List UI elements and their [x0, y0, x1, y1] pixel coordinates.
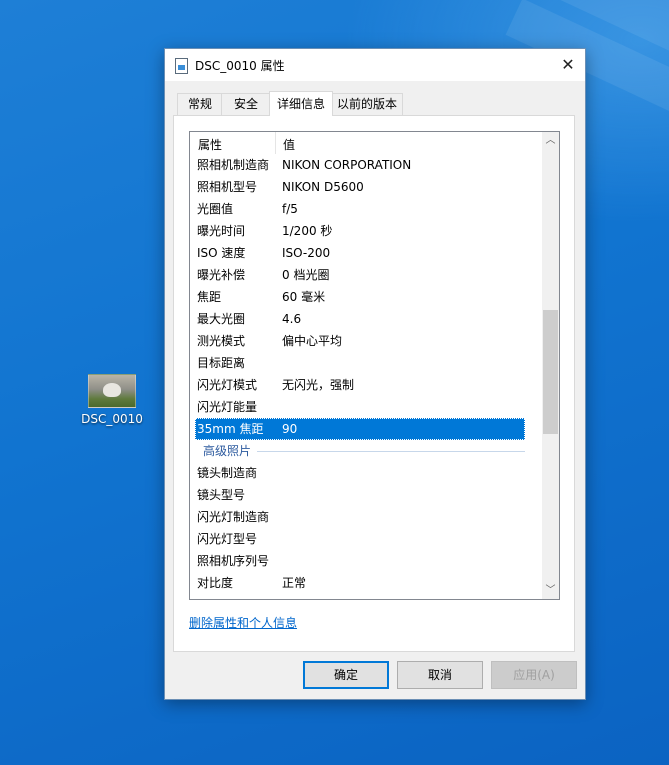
- property-value: 偏中心平均: [282, 334, 343, 348]
- list-item[interactable]: 闪光灯制造商: [195, 506, 525, 528]
- property-name: 35mm 焦距: [197, 422, 264, 436]
- property-name: 光圈值: [197, 202, 234, 216]
- section-label: 高级照片: [203, 444, 252, 458]
- property-name: 曝光补偿: [197, 268, 246, 282]
- desktop-file-label: DSC_0010: [81, 412, 143, 426]
- property-value: 无闪光，强制: [282, 378, 355, 392]
- list-item[interactable]: 镜头制造商: [195, 462, 525, 484]
- image-thumbnail-icon: [88, 374, 136, 408]
- list-item[interactable]: 最大光圈 4.6: [195, 308, 525, 330]
- property-value: 正常: [282, 576, 307, 590]
- property-value: ISO-200: [282, 246, 331, 260]
- list-item[interactable]: 照相机序列号: [195, 550, 525, 572]
- properties-dialog: DSC_0010 属性 ✕ 常规 安全 详细信息 以前的版本 属性 值 照相机制…: [164, 48, 586, 700]
- list-item[interactable]: 目标距离: [195, 352, 525, 374]
- scroll-down-button[interactable]: ﹀: [542, 582, 559, 599]
- property-value: 0 档光圈: [282, 268, 330, 282]
- list-item[interactable]: 照相机制造商 NIKON CORPORATION: [195, 154, 525, 176]
- property-name: 曝光时间: [197, 224, 246, 238]
- property-name: 闪光灯模式: [197, 378, 258, 392]
- list-item[interactable]: 照相机型号 NIKON D5600: [195, 176, 525, 198]
- tab-security[interactable]: 安全: [221, 93, 271, 115]
- list-item[interactable]: 曝光时间 1/200 秒: [195, 220, 525, 242]
- property-name: 测光模式: [197, 334, 246, 348]
- property-name: 照相机序列号: [197, 554, 270, 568]
- property-name: 焦距: [197, 290, 222, 304]
- property-name: 最大光圈: [197, 312, 246, 326]
- close-button[interactable]: ✕: [551, 49, 585, 81]
- property-value: 1/200 秒: [282, 224, 333, 238]
- property-value: NIKON CORPORATION: [282, 158, 412, 172]
- list-item[interactable]: 镜头型号: [195, 484, 525, 506]
- tab-previous-versions[interactable]: 以前的版本: [331, 93, 403, 115]
- list-item[interactable]: 光圈值 f/5: [195, 198, 525, 220]
- close-icon: ✕: [561, 55, 575, 74]
- list-item[interactable]: 闪光灯模式 无闪光，强制: [195, 374, 525, 396]
- list-header: 属性 值: [190, 132, 542, 154]
- details-panel: 属性 值 照相机制造商 NIKON CORPORATION 照相机型号 NIKON …: [173, 115, 575, 652]
- chevron-up-icon: ︿: [545, 135, 556, 146]
- list-item[interactable]: 闪光灯型号: [195, 528, 525, 550]
- list-item[interactable]: 曝光补偿 0 档光圈: [195, 264, 525, 286]
- property-name: 照相机型号: [197, 180, 258, 194]
- property-list[interactable]: 属性 值 照相机制造商 NIKON CORPORATION 照相机型号 NIKON …: [189, 131, 560, 600]
- image-file-icon: [175, 58, 188, 74]
- tab-details[interactable]: 详细信息: [269, 91, 333, 116]
- property-name: 镜头型号: [197, 488, 246, 502]
- desktop-file-icon[interactable]: DSC_0010: [76, 374, 148, 426]
- cancel-button[interactable]: 取消: [397, 661, 483, 689]
- property-name: 对比度: [197, 576, 234, 590]
- property-value: 90: [282, 422, 298, 436]
- section-header-advanced-photo: 高级照片: [195, 440, 525, 462]
- column-header-property[interactable]: 属性: [198, 136, 222, 153]
- list-item[interactable]: 测光模式 偏中心平均: [195, 330, 525, 352]
- ok-button[interactable]: 确定: [303, 661, 389, 689]
- list-item[interactable]: 闪光灯能量: [195, 396, 525, 418]
- title-bar[interactable]: DSC_0010 属性 ✕: [165, 49, 585, 81]
- property-name: 闪光灯能量: [197, 400, 258, 414]
- property-value: 60 毫米: [282, 290, 326, 304]
- property-name: 闪光灯制造商: [197, 510, 270, 524]
- property-value: 4.6: [282, 312, 302, 326]
- scroll-up-button[interactable]: ︿: [542, 132, 559, 149]
- property-value: NIKON D5600: [282, 180, 364, 194]
- property-name: 镜头制造商: [197, 466, 258, 480]
- apply-button[interactable]: 应用(A): [491, 661, 577, 689]
- chevron-down-icon: ﹀: [545, 585, 556, 596]
- list-item[interactable]: 焦距 60 毫米: [195, 286, 525, 308]
- tab-general[interactable]: 常规: [177, 93, 223, 115]
- remove-properties-link[interactable]: 删除属性和个人信息: [189, 614, 297, 631]
- window-title: DSC_0010 属性: [195, 59, 285, 73]
- column-header-value[interactable]: 值: [283, 136, 295, 153]
- vertical-scrollbar[interactable]: ︿ ﹀: [542, 132, 559, 599]
- property-name: 照相机制造商: [197, 158, 270, 172]
- property-name: 闪光灯型号: [197, 532, 258, 546]
- property-name: 目标距离: [197, 356, 246, 370]
- property-name: ISO 速度: [197, 246, 246, 260]
- list-item[interactable]: 对比度 正常: [195, 572, 525, 594]
- list-item[interactable]: ISO 速度 ISO-200: [195, 242, 525, 264]
- list-item-selected[interactable]: 35mm 焦距 90: [195, 418, 525, 440]
- scroll-thumb[interactable]: [543, 310, 558, 434]
- column-divider[interactable]: [275, 132, 276, 154]
- section-divider: [257, 451, 525, 452]
- property-value: f/5: [282, 202, 298, 216]
